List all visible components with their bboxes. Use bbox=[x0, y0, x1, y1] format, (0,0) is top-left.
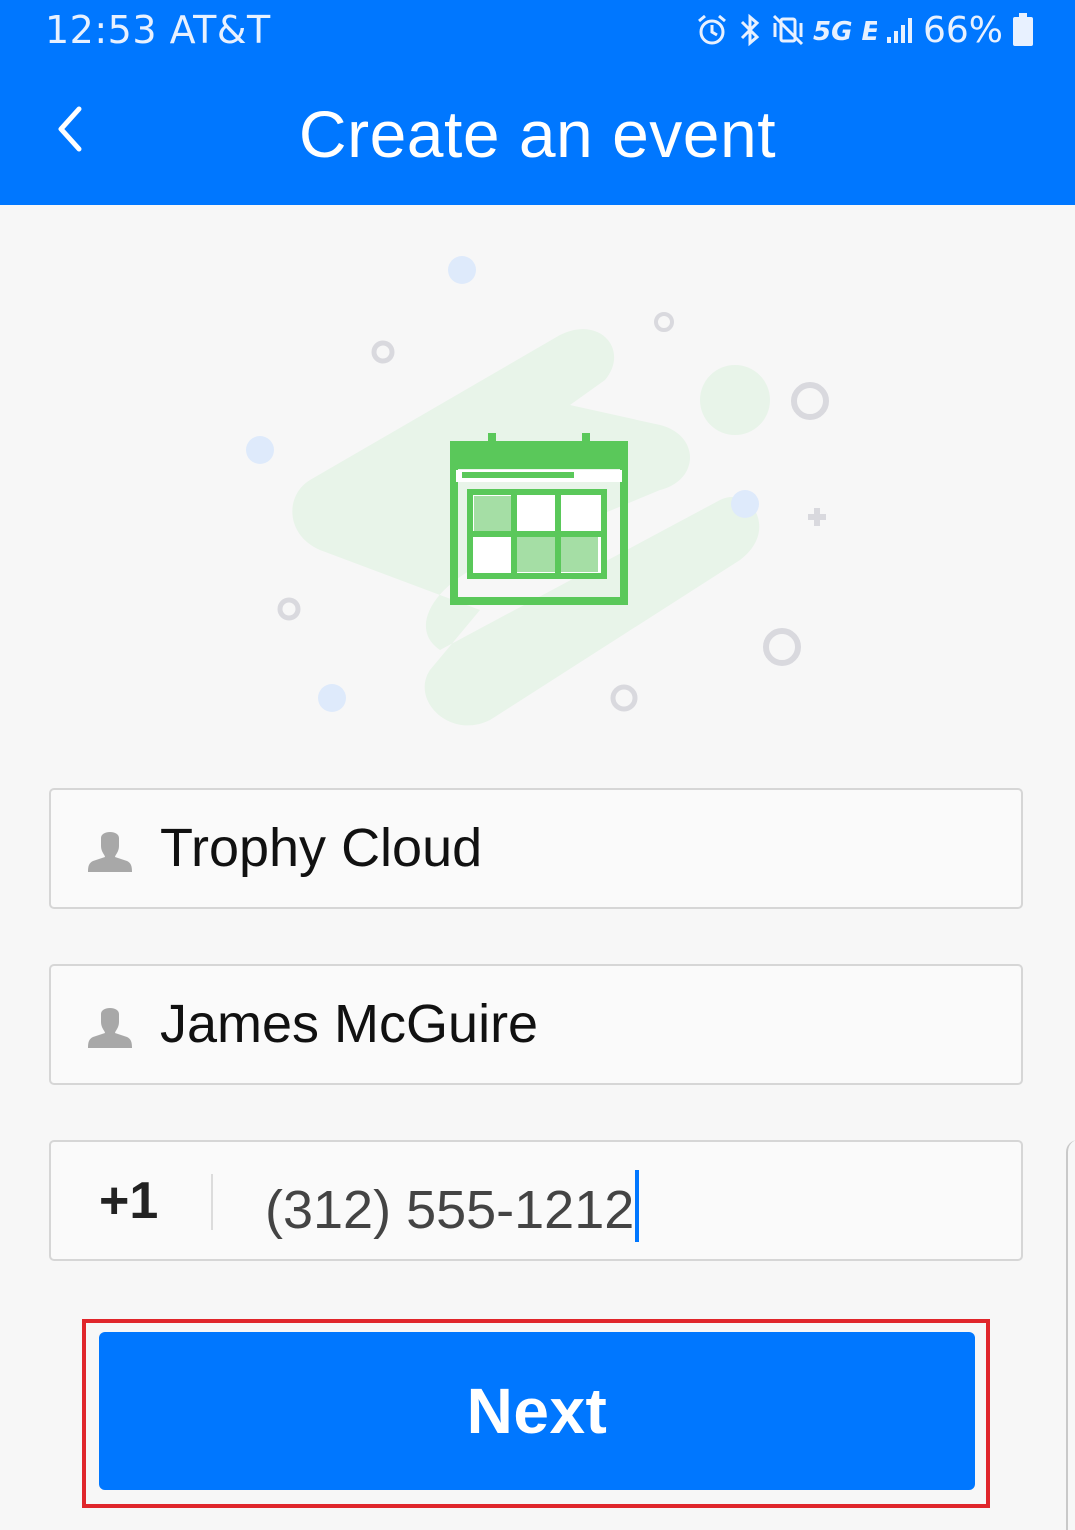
page-title: Create an event bbox=[298, 97, 777, 171]
divider bbox=[211, 1174, 213, 1230]
person-icon bbox=[87, 828, 133, 874]
phone-input[interactable]: (312) 555-1212 bbox=[265, 1170, 640, 1242]
battery-text: 66% bbox=[922, 9, 1003, 51]
status-time: 12:53 AT&T bbox=[45, 8, 271, 52]
name-value: James McGuire bbox=[160, 994, 539, 1054]
decor-dot bbox=[448, 256, 476, 284]
decor-dot bbox=[246, 436, 274, 464]
svg-text:5G E: 5G E bbox=[813, 17, 877, 47]
decor-ring bbox=[654, 312, 674, 332]
text-cursor bbox=[635, 1170, 640, 1242]
name-field[interactable]: James McGuire bbox=[49, 964, 1023, 1085]
battery-icon bbox=[1011, 12, 1035, 48]
organization-field[interactable]: Trophy Cloud bbox=[49, 788, 1023, 909]
decor-dot bbox=[731, 490, 759, 518]
alarm-icon bbox=[695, 13, 729, 47]
plus-icon bbox=[808, 508, 826, 526]
signal-icon bbox=[885, 13, 915, 47]
vibrate-mute-icon bbox=[771, 13, 805, 47]
scroll-edge bbox=[1066, 1140, 1075, 1530]
decor-dot bbox=[318, 684, 346, 712]
decor-ring bbox=[791, 382, 829, 420]
event-illustration bbox=[230, 240, 850, 750]
person-icon bbox=[87, 1004, 133, 1050]
decor-ring bbox=[371, 340, 395, 364]
carrier-text: AT&T bbox=[169, 8, 271, 52]
clock-text: 12:53 bbox=[45, 8, 158, 52]
decor-ring bbox=[277, 597, 301, 621]
organization-value: Trophy Cloud bbox=[160, 818, 483, 878]
decor-ring bbox=[610, 684, 638, 712]
status-icons: 5G E 66% bbox=[695, 6, 1035, 54]
network-5ge-icon: 5G E bbox=[813, 13, 877, 47]
decor-ring bbox=[763, 628, 801, 666]
app-bar: Create an event bbox=[0, 60, 1075, 205]
bluetooth-icon bbox=[737, 13, 763, 47]
country-code-selector[interactable]: +1 bbox=[99, 1170, 158, 1232]
next-button[interactable]: Next bbox=[99, 1332, 975, 1490]
status-bar: 12:53 AT&T 5G E 66% bbox=[0, 0, 1075, 60]
phone-field[interactable]: +1 (312) 555-1212 bbox=[49, 1140, 1023, 1261]
phone-value: (312) 555-1212 bbox=[265, 1180, 635, 1240]
calendar-icon bbox=[450, 433, 628, 605]
